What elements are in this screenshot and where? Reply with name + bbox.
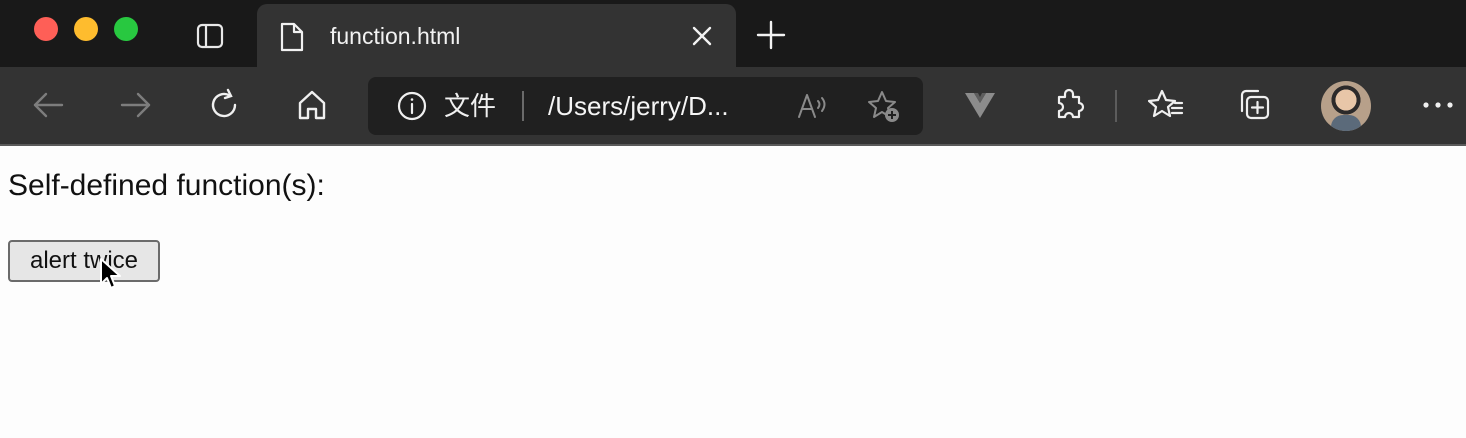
tab-title: function.html [330,23,461,49]
more-icon[interactable] [1420,87,1456,123]
alert-twice-button[interactable]: alert twice [8,240,160,282]
refresh-icon[interactable] [206,87,242,123]
tab-strip: function.html [0,0,1466,67]
address-bar[interactable]: 文件 /Users/jerry/D... [368,77,923,135]
home-icon[interactable] [294,87,330,123]
add-favorite-icon[interactable] [866,89,902,130]
mouse-cursor-icon [99,257,123,296]
plus-icon[interactable] [754,18,788,57]
site-info-label[interactable]: 文件 [444,90,496,122]
file-icon [279,21,305,58]
vue-devtools-icon[interactable] [962,87,998,123]
forward-arrow-icon[interactable] [118,87,154,123]
browser-toolbar: 文件 /Users/jerry/D... [0,67,1466,146]
close-window-icon[interactable] [34,17,58,41]
avatar[interactable] [1321,81,1371,131]
url-text[interactable]: /Users/jerry/D... [548,90,768,122]
extensions-icon[interactable] [1051,87,1087,123]
minimize-window-icon[interactable] [74,17,98,41]
collections-icon[interactable] [1236,87,1272,123]
toolbar-divider [1115,90,1117,122]
tab-actions-icon[interactable] [188,18,232,54]
page-content: Self-defined function(s): alert twice [0,146,1466,438]
favorites-icon[interactable] [1148,87,1184,123]
page-heading: Self-defined function(s): [8,169,325,202]
avatar-shirt [1331,115,1361,131]
back-arrow-icon[interactable] [30,87,66,123]
close-icon[interactable] [690,24,714,53]
info-icon[interactable] [396,90,428,127]
read-aloud-icon[interactable] [796,89,830,128]
maximize-window-icon[interactable] [114,17,138,41]
active-tab[interactable]: function.html [257,4,736,67]
address-separator [522,91,524,121]
